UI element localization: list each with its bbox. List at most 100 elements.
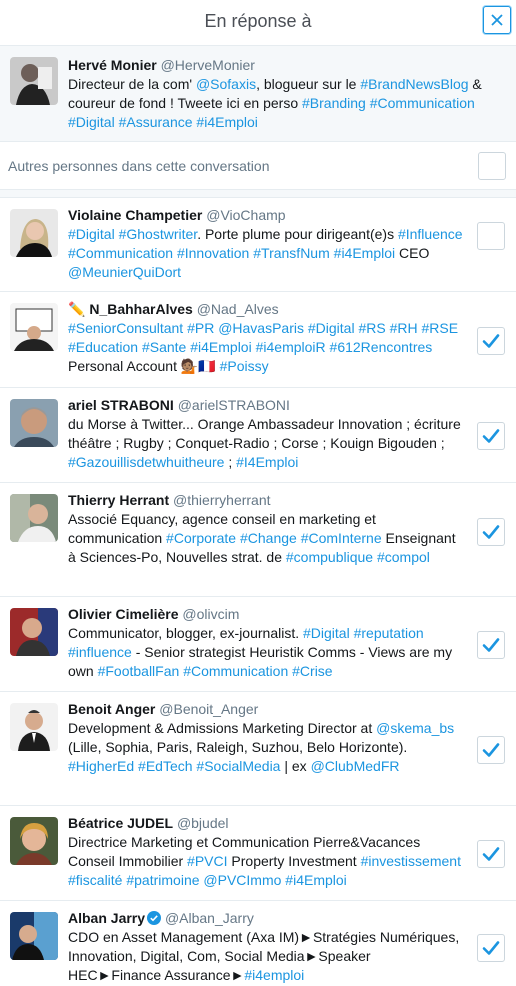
user-checkbox[interactable] <box>477 631 505 659</box>
bio-link[interactable]: #Communication <box>370 95 475 111</box>
bio-link[interactable]: #PR <box>187 320 214 336</box>
bio-link[interactable]: @ClubMedFR <box>311 758 400 774</box>
bio-link[interactable]: #compublique <box>286 549 373 565</box>
bio-link[interactable]: #fiscalité <box>68 872 122 888</box>
bio-link[interactable]: #RS <box>358 320 385 336</box>
bio-link[interactable]: #Innovation <box>177 245 249 261</box>
bio-link[interactable]: #Corporate <box>166 530 236 546</box>
author-name[interactable]: Hervé Monier <box>68 57 157 73</box>
bio-link[interactable]: @PVCImmo <box>203 872 281 888</box>
user-row[interactable]: Alban Jarry @Alban_Jarry CDO en Asset Man… <box>0 901 516 986</box>
bio-link[interactable]: #Digital <box>68 114 115 130</box>
bio-link[interactable]: #Communication <box>183 663 288 679</box>
user-name[interactable]: Violaine Champetier <box>68 207 202 223</box>
bio-link[interactable]: #Crise <box>292 663 332 679</box>
bio-link[interactable]: #BrandNewsBlog <box>360 76 468 92</box>
bio-link[interactable]: #PVCI <box>187 853 227 869</box>
bio-link[interactable]: @HavasParis <box>218 320 304 336</box>
bio-link[interactable]: #reputation <box>354 625 424 641</box>
bio-link[interactable]: #Digital <box>308 320 355 336</box>
user-handle[interactable]: @bjudel <box>177 815 229 831</box>
user-row[interactable]: Olivier Cimelière @olivcim Communicator, … <box>0 597 516 692</box>
user-row[interactable]: Thierry Herrant @thierryherrant Associé E… <box>0 483 516 597</box>
bio-link[interactable]: #Influence <box>398 226 463 242</box>
user-handle[interactable]: @olivcim <box>182 606 239 622</box>
bio-link[interactable]: #compol <box>377 549 430 565</box>
bio-link[interactable]: #i4Emploi <box>334 245 395 261</box>
bio-link[interactable]: #Branding <box>302 95 366 111</box>
user-name[interactable]: Béatrice JUDEL <box>68 815 173 831</box>
bio-link[interactable]: @MeunierQuiDort <box>68 264 181 280</box>
bio-link[interactable]: @skema_bs <box>376 720 454 736</box>
bio-link[interactable]: #RH <box>390 320 418 336</box>
avatar[interactable] <box>10 494 58 542</box>
user-handle[interactable]: @VioChamp <box>206 207 285 223</box>
user-handle[interactable]: @Nad_Alves <box>197 301 279 317</box>
bio-link[interactable]: #i4emploiR <box>256 339 326 355</box>
bio-link[interactable]: #I4Emploi <box>236 454 298 470</box>
user-name[interactable]: Benoit Anger <box>68 701 155 717</box>
bio-link[interactable]: #FootballFan <box>98 663 180 679</box>
user-handle[interactable]: @Alban_Jarry <box>165 910 254 926</box>
user-checkbox[interactable] <box>477 222 505 250</box>
user-checkbox[interactable] <box>477 327 505 355</box>
user-name[interactable]: Olivier Cimelière <box>68 606 179 622</box>
user-row[interactable]: ariel STRABONI @arielSTRABONI du Morse à … <box>0 388 516 483</box>
bio-link[interactable]: #Change <box>240 530 297 546</box>
bio-link[interactable]: #Ghostwriter <box>119 226 198 242</box>
bio-link[interactable]: #Gazouillisdetwhuitheure <box>68 454 224 470</box>
user-handle[interactable]: @thierryherrant <box>173 492 270 508</box>
bio-link[interactable]: #EdTech <box>138 758 192 774</box>
avatar[interactable] <box>10 912 58 960</box>
user-name[interactable]: Thierry Herrant <box>68 492 169 508</box>
user-row[interactable]: Violaine Champetier @VioChamp #Digital #G… <box>0 198 516 292</box>
avatar[interactable] <box>10 608 58 656</box>
user-handle[interactable]: @arielSTRABONI <box>178 397 290 413</box>
bio-link[interactable]: #i4emploi <box>244 967 304 983</box>
avatar[interactable] <box>10 703 58 751</box>
bio-link[interactable]: #SocialMedia <box>196 758 280 774</box>
bio-link[interactable]: #i4Emploi <box>196 114 257 130</box>
bio-link[interactable]: #Education <box>68 339 138 355</box>
bio-link[interactable]: #Digital <box>303 625 350 641</box>
user-checkbox[interactable] <box>477 736 505 764</box>
bio-link[interactable]: #Poissy <box>220 358 269 374</box>
user-checkbox[interactable] <box>477 840 505 868</box>
avatar[interactable] <box>10 399 58 447</box>
user-checkbox[interactable] <box>477 518 505 546</box>
bio-text: Property Investment <box>227 853 361 869</box>
user-row[interactable]: Béatrice JUDEL @bjudel Directrice Marketi… <box>0 806 516 901</box>
user-bio: CDO en Asset Management (Axa IM)►Stratég… <box>68 929 459 983</box>
user-row[interactable]: Benoit Anger @Benoit_Anger Development & … <box>0 692 516 806</box>
other-people-checkbox[interactable] <box>478 152 506 180</box>
author-handle[interactable]: @HerveMonier <box>161 57 255 73</box>
user-row[interactable]: ✏️ N_BahharAlves @Nad_Alves #SeniorConsul… <box>0 292 516 388</box>
user-handle[interactable]: @Benoit_Anger <box>159 701 258 717</box>
bio-link[interactable]: #investissement <box>361 853 461 869</box>
bio-link[interactable]: #patrimoine <box>126 872 199 888</box>
bio-link[interactable]: #Sante <box>142 339 186 355</box>
bio-link[interactable]: #Assurance <box>119 114 193 130</box>
bio-link[interactable]: #ComInterne <box>301 530 382 546</box>
bio-link[interactable]: #TransfNum <box>253 245 330 261</box>
bio-link[interactable]: #Digital <box>68 226 115 242</box>
bio-link[interactable]: #HigherEd <box>68 758 134 774</box>
avatar[interactable] <box>10 817 58 865</box>
user-name[interactable]: Alban Jarry <box>68 910 145 926</box>
user-checkbox[interactable] <box>477 934 505 962</box>
other-people-row[interactable]: Autres personnes dans cette conversation <box>0 142 516 190</box>
bio-link[interactable]: #i4Emploi <box>285 872 346 888</box>
bio-link[interactable]: #Communication <box>68 245 173 261</box>
bio-link[interactable]: #612Rencontres <box>330 339 433 355</box>
avatar[interactable] <box>10 303 58 351</box>
user-name[interactable]: ✏️ N_BahharAlves <box>68 301 193 317</box>
bio-link[interactable]: #RSE <box>422 320 459 336</box>
bio-link[interactable]: @Sofaxis <box>196 76 256 92</box>
user-checkbox[interactable] <box>477 422 505 450</box>
bio-link[interactable]: #SeniorConsultant <box>68 320 183 336</box>
user-name[interactable]: ariel STRABONI <box>68 397 174 413</box>
avatar[interactable] <box>10 209 58 257</box>
bio-link[interactable]: #influence <box>68 644 132 660</box>
close-button[interactable] <box>483 6 511 34</box>
bio-link[interactable]: #i4Emploi <box>190 339 251 355</box>
